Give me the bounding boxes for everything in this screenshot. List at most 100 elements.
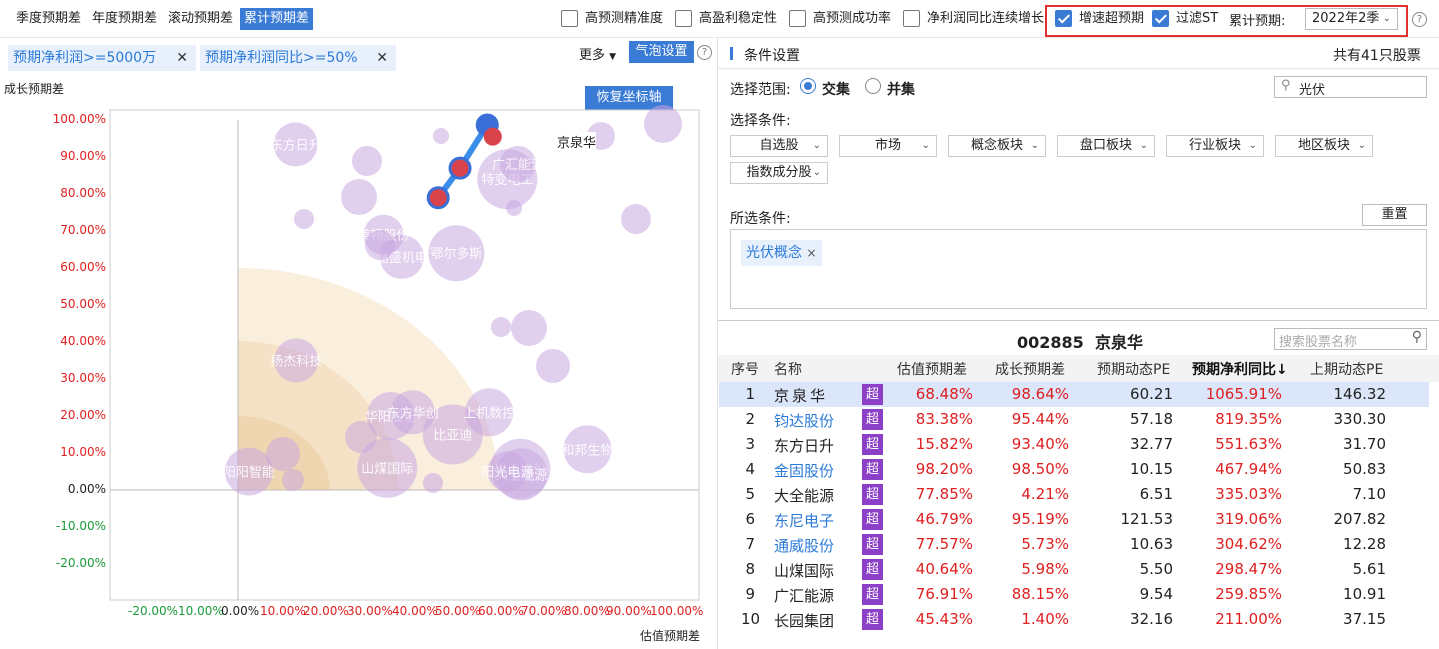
category-index[interactable]: 指数成分股 ⌄ (730, 162, 828, 184)
bubble[interactable] (644, 105, 682, 143)
cell-prev-pe: 207.82 (1333, 510, 1387, 528)
col-header-pe[interactable]: 预期动态PE (1097, 359, 1170, 379)
cell-no: 8 (745, 560, 755, 578)
concept-search[interactable]: ⚲ 光伏 (1274, 76, 1427, 98)
cell-prev-pe: 50.83 (1343, 460, 1386, 478)
col-header-yoy[interactable]: 预期净利同比↓ (1192, 359, 1288, 379)
stock-title: 002885 京泉华 (1017, 333, 1143, 352)
table-row[interactable]: 9 广汇能源 76.91% 88.15% 9.54 259.85% 10.91 超 (719, 582, 1429, 607)
table-row[interactable]: 10 长园集团 45.43% 1.40% 32.16 211.00% 37.15 超 (719, 607, 1429, 632)
bubble[interactable] (621, 204, 651, 234)
category-label: 行业板块 (1188, 138, 1241, 153)
table-row[interactable]: 8 山煤国际 40.64% 5.98% 5.50 298.47% 5.61 超 (719, 557, 1429, 582)
bubble[interactable] (282, 469, 304, 491)
category-concept[interactable]: 概念板块 ⌄ (948, 135, 1046, 157)
category-region[interactable]: 地区板块 ⌄ (1275, 135, 1373, 157)
scope-label: 选择范围: (730, 82, 791, 98)
cell-name: 广汇能源 (774, 587, 835, 605)
section-marker (730, 47, 733, 60)
bubble-label: 东方华创 (387, 405, 439, 421)
bubble[interactable] (491, 317, 511, 337)
category-label: 市场 (874, 138, 901, 153)
trajectory-point[interactable] (448, 156, 472, 180)
stock-search-input[interactable]: 搜索股票名称 ⚲ (1274, 328, 1427, 350)
search-icon: ⚲ (1411, 329, 1422, 345)
bubble[interactable] (536, 349, 570, 383)
checkbox-profit-growth[interactable]: 净利润同比连续增长 (903, 10, 1044, 28)
cell-growth: 5.98% (1021, 560, 1069, 578)
col-header-valuation[interactable]: 估值预期差 (897, 359, 967, 379)
bubble[interactable] (352, 146, 382, 176)
cell-name[interactable]: 东尼电子 (774, 510, 854, 531)
cell-prev-pe: 10.91 (1343, 585, 1386, 603)
table-row[interactable]: 6 东尼电子 46.79% 95.19% 121.53 319.06% 207.82 超 (719, 507, 1429, 532)
cell-pe: 32.77 (1130, 435, 1173, 453)
reset-button[interactable]: 重置 (1362, 204, 1427, 226)
table-row[interactable]: 4 金固股份 98.20% 98.50% 10.15 467.94% 50.83 超 (719, 457, 1429, 482)
bubble[interactable] (345, 421, 377, 453)
table-row[interactable]: 1 京泉华 68.48% 98.64% 60.21 1065.91% 146.32 超 (719, 382, 1429, 407)
cell-name: 大全能源 (774, 487, 835, 505)
category-label: 盘口板块 (1079, 138, 1132, 153)
bubble[interactable] (433, 128, 449, 144)
panel-divider (717, 38, 718, 649)
bubble[interactable] (266, 437, 300, 471)
col-header-prev-pe[interactable]: 上期动态PE (1310, 359, 1383, 379)
chevron-down-icon: ⌄ (1139, 140, 1148, 151)
cell-name[interactable]: 金固股份 (774, 460, 854, 481)
col-header-no[interactable]: 序号 (731, 359, 759, 379)
cell-pe: 57.18 (1130, 410, 1173, 428)
cell-prev-pe: 37.15 (1343, 610, 1386, 628)
bubble[interactable] (511, 310, 547, 346)
table-row[interactable]: 5 大全能源 77.85% 4.21% 6.51 335.03% 7.10 超 (719, 482, 1429, 507)
bubble[interactable] (506, 200, 522, 216)
cell-valuation: 76.91% (915, 585, 973, 603)
bubble-label: 山煤国际 (361, 462, 413, 477)
bubble[interactable] (423, 473, 443, 493)
current-point[interactable] (483, 127, 502, 146)
radio-union[interactable] (865, 78, 881, 94)
beat-badge: 超 (862, 534, 883, 555)
conditions-label: 选择条件: (730, 113, 791, 129)
concept-search-value: 光伏 (1299, 83, 1326, 98)
bubble-label: 东方日升 (270, 137, 322, 153)
condition-tag-label: 光伏概念 (746, 245, 802, 261)
col-header-growth[interactable]: 成长预期差 (995, 359, 1065, 379)
search-icon: ⚲ (1281, 78, 1291, 93)
category-industry[interactable]: 行业板块 ⌄ (1166, 135, 1264, 157)
category-market[interactable]: 市场 ⌄ (839, 135, 937, 157)
bubble[interactable] (341, 179, 377, 215)
checkbox-success-rate[interactable]: 高预测成功率 (789, 10, 891, 28)
bubble[interactable] (294, 209, 314, 229)
cell-valuation: 83.38% (915, 410, 973, 428)
bubble-label: 比亚迪 (433, 429, 472, 444)
trajectory-point[interactable] (426, 186, 450, 210)
chevron-down-icon: ⌄ (1248, 140, 1257, 151)
bubble-chart[interactable]: 特变电工广汇能源东方日升晶盛机电鄂尔多斯美畅股份扬杰科技华阳股份比亚迪上机数控东… (0, 0, 717, 649)
table-row[interactable]: 3 东方日升 15.82% 93.40% 32.77 551.63% 31.70 超 (719, 432, 1429, 457)
category-label: 概念板块 (970, 138, 1023, 153)
category-label: 指数成分股 (746, 165, 812, 180)
radio-intersection-label: 交集 (822, 82, 850, 98)
cell-pe: 5.50 (1139, 560, 1173, 578)
table-row[interactable]: 7 通威股份 77.57% 5.73% 10.63 304.62% 12.28 超 (719, 532, 1429, 557)
checkbox-box[interactable] (903, 10, 920, 27)
cell-no: 6 (745, 510, 755, 528)
cell-prev-pe: 7.10 (1352, 485, 1386, 503)
checkbox-label: 高预测成功率 (813, 11, 892, 26)
close-icon[interactable]: × (806, 246, 816, 260)
cell-valuation: 98.20% (915, 460, 973, 478)
cell-name[interactable]: 通威股份 (774, 535, 854, 556)
cell-name[interactable]: 钧达股份 (774, 410, 854, 431)
bubble[interactable] (365, 230, 395, 260)
category-market-board[interactable]: 盘口板块 ⌄ (1057, 135, 1155, 157)
category-self-selected[interactable]: 自选股 ⌄ (730, 135, 828, 157)
checkbox-box[interactable] (789, 10, 806, 27)
radio-intersection[interactable] (800, 78, 816, 94)
col-header-name[interactable]: 名称 (774, 359, 802, 379)
table-row[interactable]: 2 钧达股份 83.38% 95.44% 57.18 819.35% 330.30 超 (719, 407, 1429, 432)
stock-count: 共有41只股票 (1333, 48, 1421, 64)
cell-no: 3 (745, 435, 755, 453)
highlight-box (1045, 5, 1408, 37)
help-icon[interactable]: ? (1412, 12, 1427, 27)
